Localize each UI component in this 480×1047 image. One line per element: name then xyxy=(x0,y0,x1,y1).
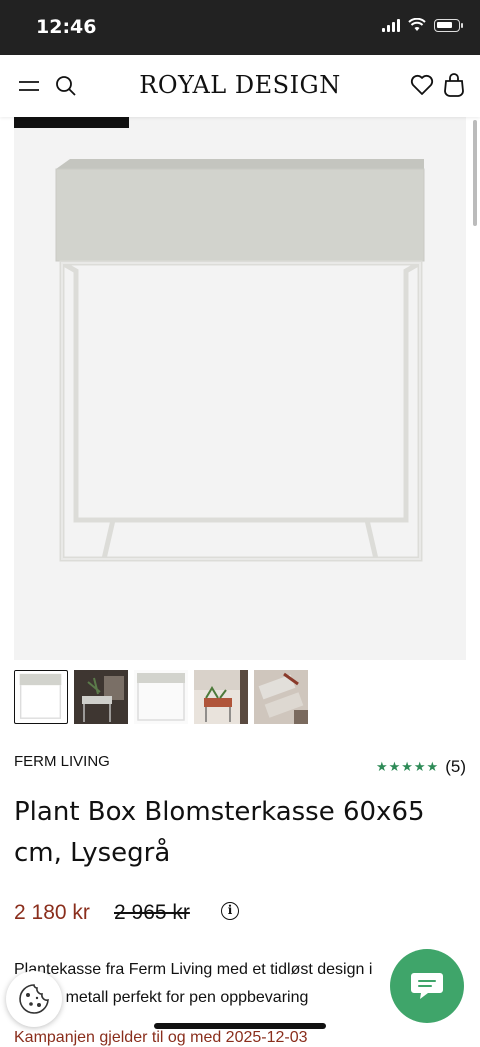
status-icons xyxy=(382,18,463,32)
product-badge xyxy=(14,117,129,128)
price-info-icon[interactable]: i xyxy=(221,902,239,920)
chat-bubble-icon xyxy=(411,973,443,999)
rating-stars-icon: ★★★★★ xyxy=(375,759,440,774)
thumbnail-4[interactable] xyxy=(194,670,248,724)
battery-icon xyxy=(434,18,463,32)
thumbnail-1[interactable] xyxy=(14,670,68,724)
plant-box-image xyxy=(55,159,425,562)
home-indicator xyxy=(154,1023,326,1029)
product-rating[interactable]: ★★★★★ (5) xyxy=(376,757,466,777)
scrollbar[interactable] xyxy=(473,120,477,226)
site-logo[interactable]: ROYAL DESIGN xyxy=(0,71,480,99)
shopping-bag-icon[interactable] xyxy=(443,72,465,98)
product-title: Plant Box Blomsterkasse 60x65 cm, Lysegr… xyxy=(14,797,425,868)
wifi-icon xyxy=(408,18,426,31)
thumbnail-strip xyxy=(14,670,308,724)
thumbnail-5[interactable] xyxy=(254,670,308,724)
product-price: 2 180 kr xyxy=(14,901,90,924)
thumbnail-2[interactable] xyxy=(74,670,128,724)
site-header: ROYAL DESIGN xyxy=(0,55,480,117)
cookie-settings-button[interactable] xyxy=(6,971,62,1027)
wishlist-heart-icon[interactable] xyxy=(410,74,434,96)
chat-button[interactable] xyxy=(390,949,464,1023)
rating-count: (5) xyxy=(445,757,466,776)
campaign-notice: Kampanjen gjelder til og med 2025-12-03 xyxy=(14,1029,308,1046)
status-time: 12:46 xyxy=(36,16,97,38)
product-description: Plantekasse fra Ferm Living med et tidlø… xyxy=(14,961,373,1006)
cellular-signal-icon xyxy=(382,18,400,32)
product-brand[interactable]: FERM LIVING xyxy=(14,753,110,770)
product-old-price: 2 965 kr xyxy=(114,901,190,924)
thumbnail-3[interactable] xyxy=(134,670,188,724)
product-image-main[interactable] xyxy=(14,117,466,660)
cookie-icon xyxy=(19,984,49,1014)
status-bar: 12:46 xyxy=(0,0,480,55)
